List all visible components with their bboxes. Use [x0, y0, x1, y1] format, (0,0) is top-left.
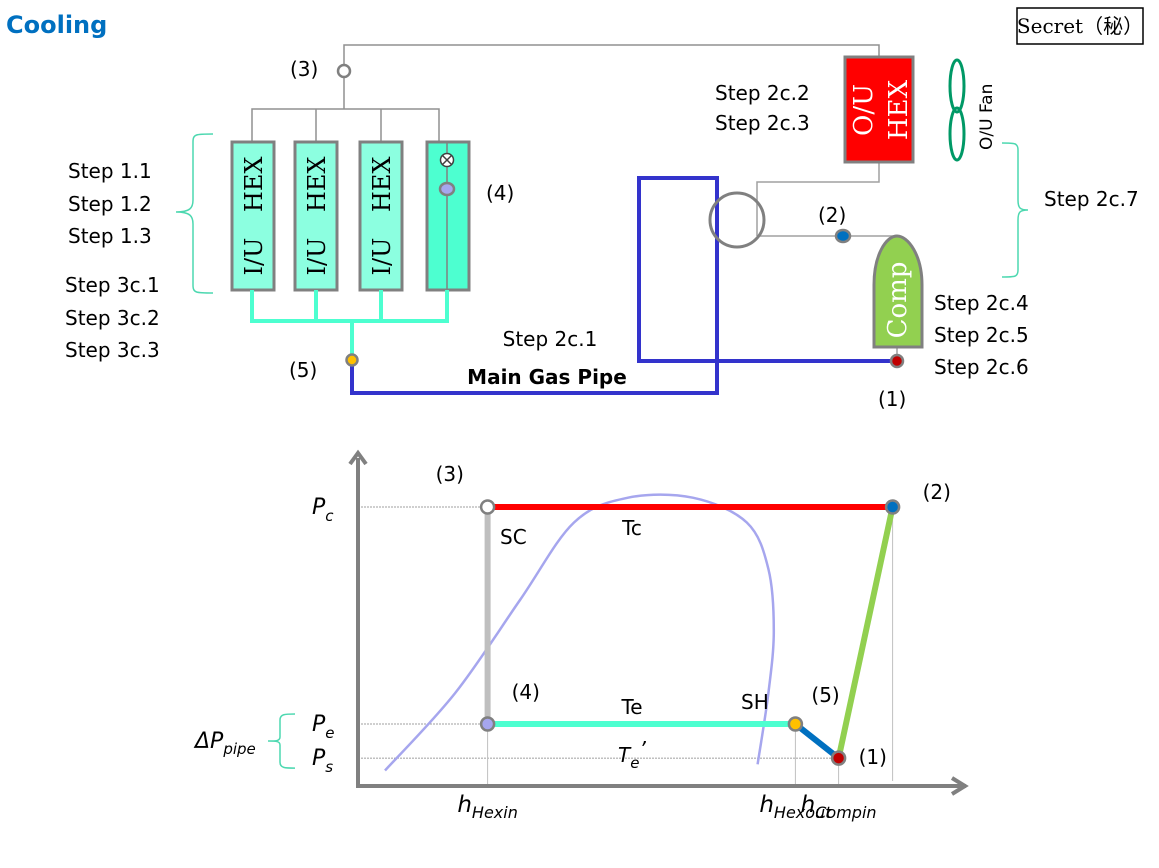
point-3-label: (3) [290, 57, 318, 81]
state-point-label: (2) [923, 480, 951, 504]
delta-p-pipe-label: ΔPpipe [193, 729, 256, 758]
point-3-marker [336, 63, 352, 79]
state-point-label: (3) [436, 462, 464, 486]
iu-hex-2: I/U HEX [293, 140, 339, 292]
y-tick-label-s: Ps [312, 746, 333, 776]
state-point-marker [787, 716, 804, 732]
steps-3c: Step 3c.1 Step 3c.2 Step 3c.3 [65, 273, 160, 362]
steps-ou: Step 2c.2 Step 2c.3 [715, 81, 810, 135]
y-tick-label-e: Pe [312, 712, 335, 742]
point-5-marker [345, 353, 359, 367]
step-label: Step 3c.2 [65, 306, 160, 330]
page-title: Cooling [6, 11, 107, 39]
bracket-icon [175, 133, 214, 294]
segment-compression [835, 506, 896, 759]
steps-comp: Step 2c.4 Step 2c.5 Step 2c.6 [934, 291, 1029, 379]
step-label: Step 3c.3 [65, 338, 160, 362]
annotation-sh: SH [741, 690, 769, 714]
step-label: Step 2c.2 [715, 81, 810, 105]
iu-label: I/U [368, 238, 396, 276]
main-gas-pipe-label: Main Gas Pipe [467, 365, 627, 389]
secret-badge-text: Secret（秘） [1017, 14, 1143, 38]
state-point-marker [479, 499, 496, 515]
point-4-marker [438, 181, 456, 197]
step-pipe-label: Step 2c.1 [503, 327, 598, 351]
chart-labels: (1)(2)(3)(4) (5)TcSCTe SHTe’PcPePshHexin hH… [193, 462, 951, 822]
y-tick-label-c: Pc [312, 495, 334, 525]
bracket-icon [1001, 142, 1029, 278]
step-label: Step 1.2 [68, 192, 152, 216]
annotation-te: Te [620, 695, 642, 719]
hex-label: HEX [240, 157, 268, 213]
state-point-marker [830, 750, 847, 766]
point-2-label: (2) [818, 203, 846, 227]
step-label: Step 1.3 [68, 224, 152, 248]
state-point-label: (1) [859, 745, 887, 769]
iu-label: I/U [240, 238, 268, 276]
point-1-marker [889, 353, 905, 369]
step-label: Step 2c.4 [934, 291, 1029, 315]
state-point-marker [884, 499, 901, 515]
secret-badge: Secret（秘） [1016, 7, 1144, 45]
hex-label: HEX [884, 79, 914, 140]
state-point-marker [479, 716, 496, 732]
annotation-sc: SC [500, 525, 527, 549]
step-label: Step 2c.3 [715, 111, 810, 135]
comp-label: Comp [883, 262, 913, 339]
hex-label: HEX [368, 157, 396, 213]
state-point-label: (5) [811, 683, 839, 707]
expansion-valve-icon [439, 152, 455, 168]
fan-icon [948, 58, 966, 162]
ou-hex: O/U HEX [843, 55, 915, 164]
x-tick-label-hexin: hHexin [457, 792, 518, 822]
compressor: Comp [872, 234, 924, 349]
iu-gas-header [250, 290, 449, 356]
point-1-label: (1) [878, 387, 906, 411]
point-5-label: (5) [289, 358, 317, 382]
hex-label: HEX [303, 157, 331, 213]
step-label: Step 2c.6 [934, 355, 1029, 379]
ph-chart: (1)(2)(3)(4) (5)TcSCTe SHTe’PcPePshHexin hH… [193, 449, 969, 822]
step-label: Step 1.1 [68, 159, 152, 183]
canvas: Cooling Secret（秘） (3) I/U HEX I/U HEX I/… [6, 7, 1144, 822]
step-label: Step 3c.1 [65, 273, 160, 297]
bracket-icon [267, 713, 296, 769]
iu-hex-expanded [425, 140, 471, 292]
segment-sh [793, 721, 841, 761]
iu-hex-1: I/U HEX [230, 140, 276, 292]
annotation-te-prime: Te’ [618, 737, 646, 772]
x-tick-label-compin: hCompin [801, 792, 877, 822]
iu-label: I/U [303, 238, 331, 276]
fan-label: O/U Fan [977, 84, 997, 150]
steps-iu: Step 1.1 Step 1.2 Step 1.3 [68, 159, 152, 248]
iu-hex-3: I/U HEX [358, 140, 404, 292]
point-4-label: (4) [486, 181, 514, 205]
annotation-tc: Tc [621, 516, 642, 540]
step-fan-label: Step 2c.7 [1044, 187, 1139, 211]
state-point-label: (4) [512, 680, 540, 704]
saturation-dome [384, 493, 776, 772]
ou-label: O/U [849, 84, 879, 136]
chart-cycle-lines [484, 504, 896, 761]
point-2-marker [834, 228, 852, 244]
step-label: Step 2c.5 [934, 323, 1029, 347]
